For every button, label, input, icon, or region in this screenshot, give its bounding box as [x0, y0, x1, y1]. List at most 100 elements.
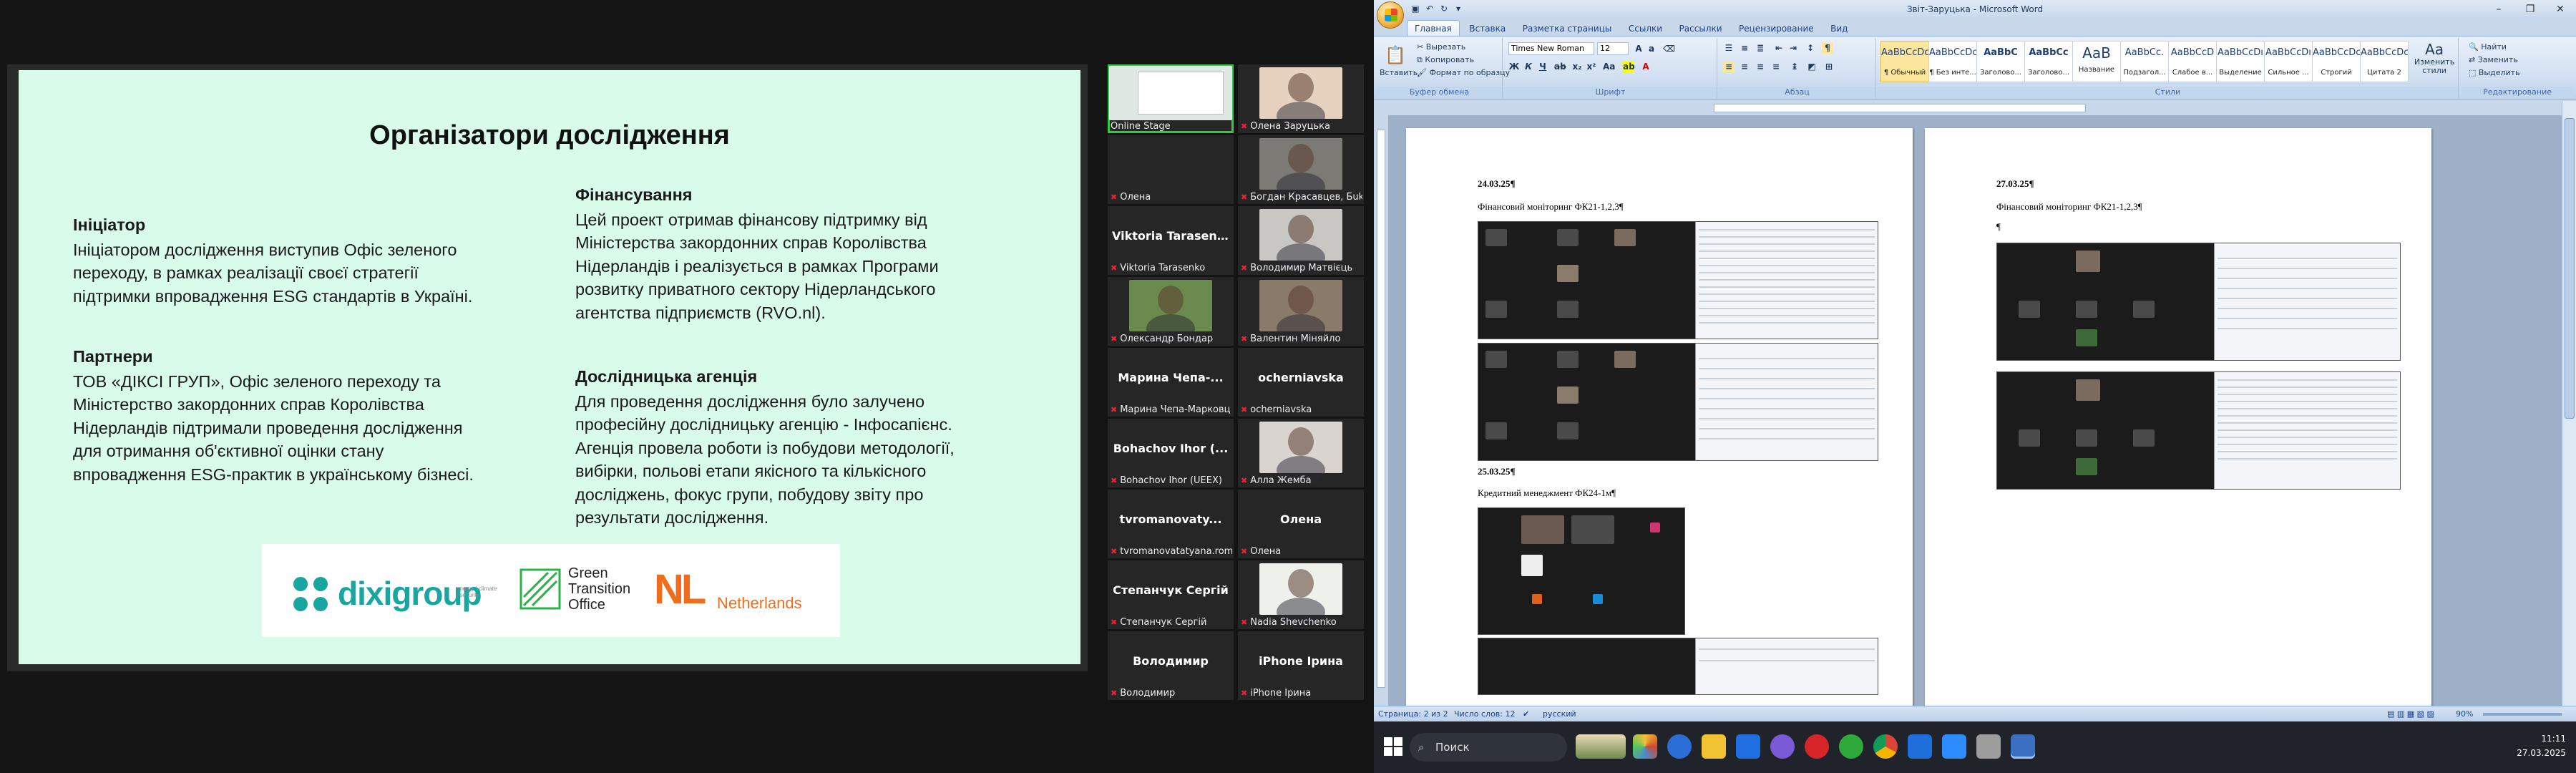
- word-active-icon[interactable]: [2011, 734, 2035, 759]
- participant-tile[interactable]: ✖ Олена: [1108, 135, 1234, 204]
- increase-indent-icon[interactable]: ⇥: [1787, 42, 1799, 54]
- chrome-icon[interactable]: [1873, 734, 1898, 759]
- italic-icon[interactable]: К: [1523, 61, 1534, 72]
- participant-tile[interactable]: ✖ Володимир Матвієць: [1238, 206, 1364, 275]
- change-styles-button[interactable]: Aa Изменить стили: [2413, 41, 2456, 75]
- participant-tile[interactable]: ✖ Алла Жемба: [1238, 419, 1364, 487]
- participant-tile[interactable]: Степанчук Сергій ✖ Степанчук Сергій: [1108, 560, 1234, 629]
- tab-page-layout[interactable]: Разметка страницы: [1516, 21, 1619, 37]
- page-count[interactable]: Страница: 2 из 2: [1378, 706, 1448, 722]
- cut-button[interactable]: ✂ Вырезать: [1417, 42, 1465, 52]
- proofing-icon[interactable]: ✔: [1523, 706, 1529, 722]
- system-clock[interactable]: 11:11 27.03.2025: [2517, 731, 2566, 760]
- highlight-icon[interactable]: ab: [1623, 61, 1635, 72]
- file-explorer-icon[interactable]: [1702, 734, 1726, 759]
- participant-tile[interactable]: ✖ Nadia Shevchenko: [1238, 560, 1364, 629]
- strikethrough-icon[interactable]: ab: [1554, 61, 1566, 72]
- justify-icon[interactable]: ≡: [1770, 61, 1782, 72]
- find-button[interactable]: 🔍 Найти: [2469, 42, 2507, 52]
- participant-tile[interactable]: ✖ Богдан Красавцев, Бuk...: [1238, 135, 1364, 204]
- participant-tile[interactable]: ocherniavska ✖ ocherniavska: [1238, 348, 1364, 417]
- replace-button[interactable]: ⇄ Заменить: [2469, 55, 2518, 64]
- style-option[interactable]: AaBbCcD Слабое в...: [2168, 41, 2217, 82]
- taskbar-search[interactable]: ⌕ Поиск: [1410, 733, 1567, 762]
- participant-tile[interactable]: iPhone Ірина ✖ iPhone Ірина: [1238, 631, 1364, 700]
- document-page-1[interactable]: 24.03.25¶ Фінансовий моніторинг ФК21-1,2…: [1406, 128, 1913, 706]
- style-option[interactable]: AaBbCcDc Цитата 2: [2360, 41, 2409, 82]
- store-icon[interactable]: [1736, 734, 1760, 759]
- participant-tile[interactable]: Viktoria Tarasen... ✖ Viktoria Tarasenko: [1108, 206, 1234, 275]
- style-option[interactable]: AaBbC Заголово...: [1976, 41, 2025, 82]
- document-area[interactable]: 24.03.25¶ Фінансовий моніторинг ФК21-1,2…: [1388, 115, 2562, 706]
- participant-tile[interactable]: Володимир ✖ Володимир: [1108, 631, 1234, 700]
- embedded-screenshot[interactable]: [1478, 221, 1878, 339]
- show-marks-icon[interactable]: ¶: [1822, 42, 1833, 54]
- bold-icon[interactable]: Ж: [1508, 61, 1520, 72]
- language[interactable]: русский: [1543, 706, 1576, 722]
- superscript-icon[interactable]: x²: [1586, 61, 1597, 72]
- font-size-select[interactable]: 12: [1597, 42, 1629, 55]
- bullets-icon[interactable]: ☰: [1723, 42, 1735, 54]
- style-option[interactable]: AaBbCcDc ¶ Обычный: [1880, 41, 1929, 82]
- close-icon[interactable]: ✕: [2546, 1, 2575, 17]
- embedded-screenshot[interactable]: [1478, 638, 1878, 695]
- borders-icon[interactable]: ⊞: [1823, 61, 1835, 72]
- word-count[interactable]: Число слов: 12: [1454, 706, 1516, 722]
- tab-view[interactable]: Вид: [1823, 21, 1855, 37]
- numbering-icon[interactable]: ≡: [1739, 42, 1750, 54]
- utorrent-icon[interactable]: [1839, 734, 1863, 759]
- paste-icon[interactable]: 📋: [1384, 44, 1407, 67]
- select-button[interactable]: ⬚ Выделить: [2469, 68, 2520, 77]
- style-option[interactable]: AaBbCcDı Выделение: [2216, 41, 2265, 82]
- horizontal-ruler[interactable]: [1374, 101, 2576, 115]
- underline-icon[interactable]: Ч: [1537, 61, 1548, 72]
- style-option[interactable]: AaB Название: [2072, 41, 2121, 82]
- decrease-indent-icon[interactable]: ⇤: [1773, 42, 1785, 54]
- change-case-icon[interactable]: Aa: [1603, 61, 1615, 72]
- participant-tile[interactable]: ✖ Валентин Міняйло: [1238, 277, 1364, 346]
- style-option[interactable]: AaBbCc Заголово...: [2024, 41, 2073, 82]
- copy-button[interactable]: ⧉ Копировать: [1417, 55, 1474, 65]
- font-name-select[interactable]: Times New Roman: [1508, 42, 1594, 55]
- format-painter-button[interactable]: 🖌 Формат по образцу: [1417, 68, 1510, 77]
- align-center-icon[interactable]: ≡: [1739, 61, 1750, 72]
- zoom-taskbar-icon[interactable]: [1942, 734, 1966, 759]
- style-option[interactable]: AaBbCcDc ¶ Без инте...: [1928, 41, 1977, 82]
- participant-tile[interactable]: Online Stage: [1108, 64, 1234, 133]
- participant-tile[interactable]: Олена ✖ Олена: [1238, 490, 1364, 558]
- zoom-slider[interactable]: [2483, 713, 2562, 716]
- tab-review[interactable]: Рецензирование: [1732, 21, 1821, 37]
- subscript-icon[interactable]: x₂: [1571, 61, 1583, 72]
- widgets-icon[interactable]: [1633, 734, 1657, 759]
- participant-tile[interactable]: tvromanovaty... ✖ tvromanovatatyana.rom...: [1108, 490, 1234, 558]
- shrink-font-icon[interactable]: a: [1646, 43, 1657, 54]
- word-taskbar-icon[interactable]: [1908, 734, 1932, 759]
- vertical-scrollbar[interactable]: [2562, 101, 2576, 706]
- multilevel-list-icon[interactable]: ≣: [1755, 42, 1766, 54]
- tab-mailings[interactable]: Рассылки: [1672, 21, 1729, 37]
- weather-widget-icon[interactable]: [1576, 734, 1626, 759]
- style-option[interactable]: AaBbCcDc Строгий: [2312, 41, 2361, 82]
- participant-tile[interactable]: Марина Чепа-... ✖ Марина Чепа-Марковц: [1108, 348, 1234, 417]
- tab-references[interactable]: Ссылки: [1621, 21, 1669, 37]
- align-left-icon[interactable]: ≡: [1723, 61, 1735, 72]
- document-page-2[interactable]: 27.03.25¶ Фінансовий моніторинг ФК21-1,2…: [1925, 128, 2431, 706]
- windows-start-icon[interactable]: [1384, 737, 1402, 756]
- zoom-level[interactable]: 90%: [2456, 706, 2473, 722]
- viber-icon[interactable]: [1770, 734, 1795, 759]
- style-option[interactable]: AaBbCcDı Сильное ...: [2264, 41, 2313, 82]
- minimize-icon[interactable]: –: [2484, 1, 2513, 17]
- embedded-screenshot[interactable]: [1996, 243, 2401, 361]
- grow-font-icon[interactable]: A: [1633, 43, 1644, 54]
- embedded-screenshot[interactable]: [1478, 343, 1878, 461]
- participant-tile[interactable]: ✖ Олександр Бондар: [1108, 277, 1234, 346]
- clear-format-icon[interactable]: ⌫: [1663, 43, 1675, 54]
- embedded-screenshot[interactable]: [1996, 371, 2401, 490]
- scrollbar-thumb[interactable]: [2565, 118, 2575, 419]
- style-option[interactable]: AaBbCc. Подзагол...: [2120, 41, 2169, 82]
- maximize-icon[interactable]: ❐: [2516, 1, 2545, 17]
- view-buttons[interactable]: ▤ ▥ ▦ ▧ ▨: [2387, 706, 2434, 722]
- other-app-icon[interactable]: [1976, 734, 2001, 759]
- font-color-icon[interactable]: A: [1640, 61, 1652, 72]
- office-button[interactable]: [1377, 1, 1404, 29]
